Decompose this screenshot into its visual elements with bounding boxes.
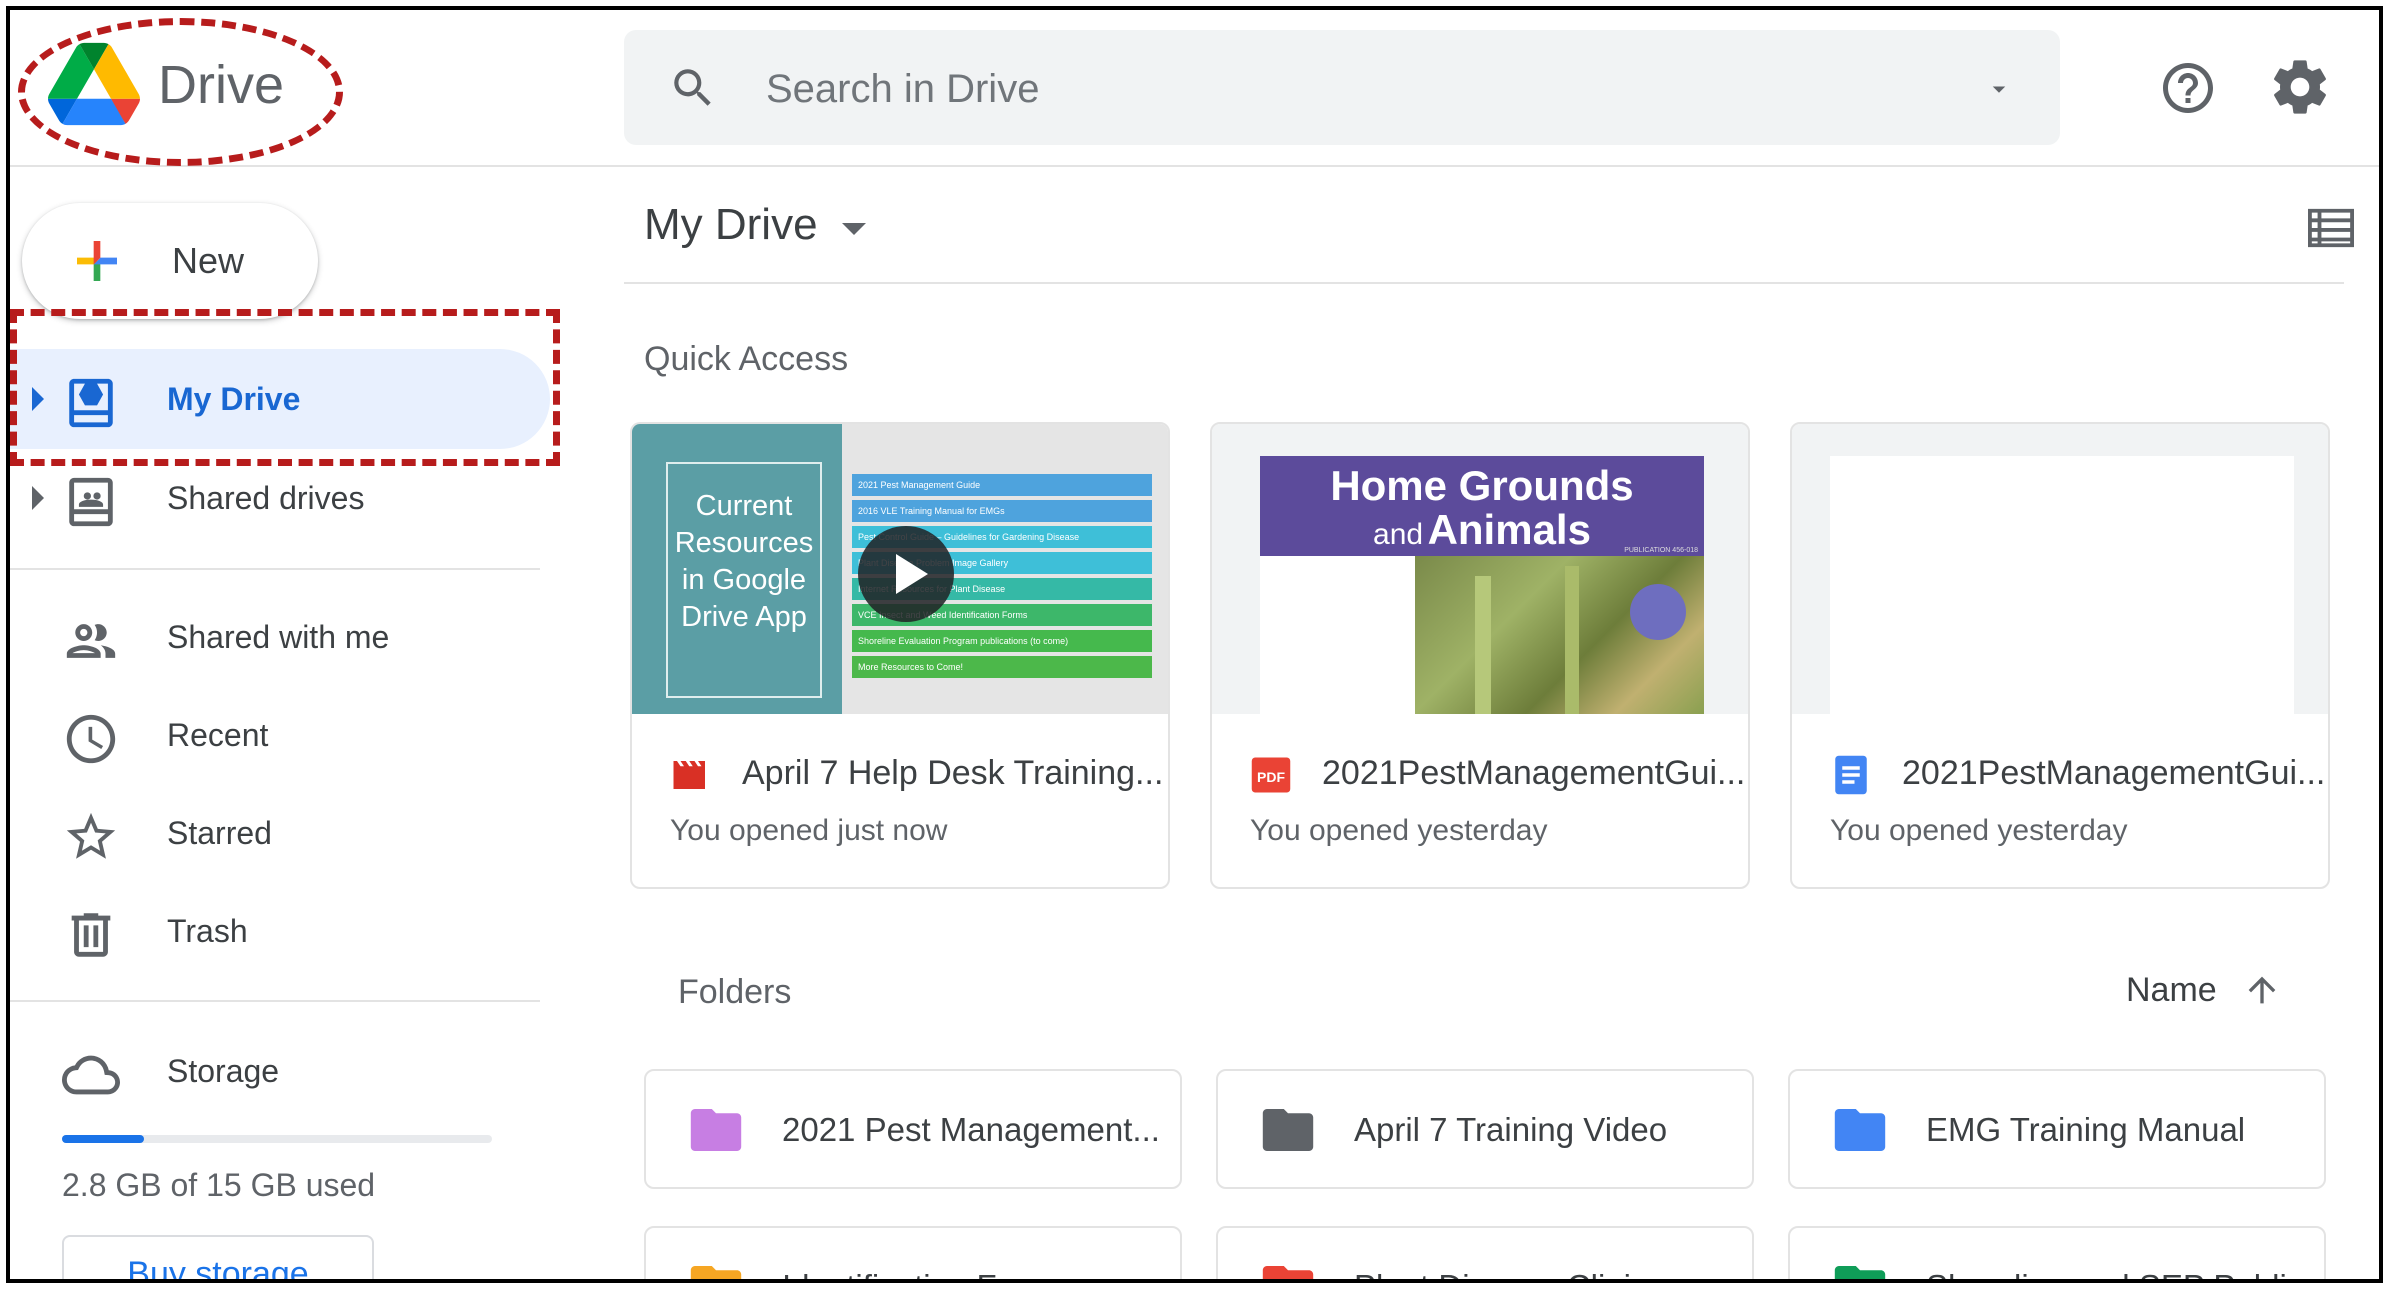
- shared-drives-icon: [69, 477, 113, 527]
- sidebar-item-trash[interactable]: Trash: [10, 881, 550, 981]
- folder-card[interactable]: Shoreline and SEP Publi...: [1788, 1226, 2326, 1279]
- buy-storage-label: Buy storage: [127, 1255, 309, 1283]
- sort-by-name-button[interactable]: Name: [2126, 971, 2217, 1010]
- pdf-cover-caption: PUBLICATION 456-018: [1624, 547, 1698, 554]
- file-thumbnail: Current Resources in Google Drive App 20…: [632, 424, 1168, 714]
- folder-icon: [690, 1109, 742, 1151]
- sidebar-divider: [10, 1000, 540, 1002]
- new-button-label: New: [172, 240, 245, 281]
- pdf-cover-subtitle-small: and: [1373, 518, 1424, 551]
- sidebar-item-label: Shared drives: [167, 480, 365, 516]
- folder-card[interactable]: April 7 Training Video: [1216, 1069, 1754, 1189]
- sidebar-item-label: Starred: [167, 815, 272, 851]
- file-name: April 7 Help Desk Training...: [742, 754, 1164, 792]
- folder-card[interactable]: Plant Disease Clinic: [1216, 1226, 1754, 1279]
- folder-icon: [1834, 1266, 1886, 1279]
- file-thumbnail: [1792, 424, 2328, 714]
- doc-page-preview: [1830, 456, 2294, 714]
- folder-card[interactable]: EMG Training Manual: [1788, 1069, 2326, 1189]
- chevron-down-icon[interactable]: [842, 223, 866, 235]
- folder-name: Shoreline and SEP Publi...: [1926, 1268, 2314, 1279]
- search-bar[interactable]: [624, 30, 2060, 145]
- folder-card[interactable]: Identification Forms: [644, 1226, 1182, 1279]
- folder-icon: [690, 1266, 742, 1279]
- quick-access-card[interactable]: 2021PestManagementGui... You opened yest…: [1790, 422, 2330, 889]
- folder-card[interactable]: 2021 Pest Management...: [644, 1069, 1182, 1189]
- storage-used-text: 2.8 GB of 15 GB used: [62, 1167, 376, 1203]
- folder-name: Identification Forms: [782, 1268, 1070, 1279]
- quick-access-heading: Quick Access: [644, 340, 849, 378]
- pdf-file-icon: PDF: [1251, 757, 1291, 793]
- quick-access-card[interactable]: Home Grounds and Animals PUBLICATION 456…: [1210, 422, 1750, 889]
- star-icon: [66, 812, 116, 859]
- search-options-dropdown-icon[interactable]: [1984, 74, 2014, 104]
- doc-file-icon: [1835, 755, 1867, 795]
- my-drive-highlight-annotation: [10, 309, 560, 466]
- sidebar-item-shared-drives[interactable]: Shared drives: [10, 448, 550, 548]
- clock-icon: [66, 714, 116, 764]
- sidebar-item-label: Storage: [167, 1053, 280, 1089]
- sidebar-divider: [10, 568, 540, 570]
- thumbnail-left-panel: Current Resources in Google Drive App: [632, 424, 842, 714]
- settings-gear-icon[interactable]: [2268, 55, 2332, 119]
- pdf-cover: Home Grounds and Animals PUBLICATION 456…: [1260, 456, 1704, 714]
- folder-name: April 7 Training Video: [1354, 1111, 1668, 1148]
- sort-direction-arrow-up-icon[interactable]: [2242, 970, 2282, 1010]
- thumbnail-list-item: 2021 Pest Management Guide: [852, 474, 1152, 496]
- thumbnail-list-item: 2016 VLE Training Manual for EMGs: [852, 500, 1152, 522]
- top-bar: Drive: [10, 10, 2379, 167]
- file-activity: You opened yesterday: [1830, 814, 2128, 847]
- sidebar-item-shared-with-me[interactable]: Shared with me: [10, 587, 550, 687]
- folder-name: 2021 Pest Management...: [782, 1111, 1160, 1148]
- sidebar-item-label: Recent: [167, 717, 269, 753]
- new-button[interactable]: New: [22, 203, 318, 319]
- folder-icon: [1262, 1109, 1314, 1151]
- folder-icon: [1262, 1266, 1314, 1279]
- pdf-cover-banner: Home Grounds and Animals PUBLICATION 456…: [1260, 456, 1704, 556]
- thumbnail-list-item: Shoreline Evaluation Program publication…: [852, 630, 1152, 652]
- thumbnail-list-item: More Resources to Come!: [852, 656, 1152, 678]
- drive-window: Drive New My Drive Shared drives Shared …: [6, 6, 2383, 1283]
- video-file-icon: [673, 761, 705, 789]
- file-name: 2021PestManagementGui...: [1322, 754, 1746, 792]
- play-icon[interactable]: [856, 524, 956, 624]
- storage-progress-fill: [62, 1135, 144, 1143]
- buy-storage-button[interactable]: Buy storage: [62, 1235, 374, 1283]
- file-activity: You opened yesterday: [1250, 814, 1548, 847]
- people-icon: [66, 624, 116, 658]
- pdf-cover-photo: [1415, 556, 1704, 714]
- folder-name: EMG Training Manual: [1926, 1111, 2246, 1148]
- folders-heading: Folders: [678, 973, 792, 1011]
- cloud-icon: [62, 1055, 120, 1095]
- svg-text:PDF: PDF: [1257, 769, 1285, 785]
- search-icon[interactable]: [668, 63, 718, 113]
- help-icon[interactable]: [2158, 58, 2218, 118]
- search-input[interactable]: [764, 58, 1868, 120]
- thumbnail-title: Current Resources in Google Drive App: [674, 490, 814, 633]
- sidebar-item-label: Trash: [167, 913, 248, 949]
- storage-progress-bar: [62, 1135, 492, 1143]
- title-divider: [624, 282, 2344, 284]
- pdf-cover-subtitle: Animals: [1427, 506, 1591, 553]
- file-thumbnail: Home Grounds and Animals PUBLICATION 456…: [1212, 424, 1748, 714]
- trash-icon: [71, 913, 111, 957]
- file-name: 2021PestManagementGui...: [1902, 754, 2326, 792]
- plus-icon: [77, 241, 117, 281]
- sidebar-item-label: Shared with me: [167, 619, 390, 655]
- file-activity: You opened just now: [670, 814, 948, 847]
- sidebar-item-recent[interactable]: Recent: [10, 685, 550, 785]
- quick-access-card[interactable]: Current Resources in Google Drive App 20…: [630, 422, 1170, 889]
- logo-highlight-annotation: [18, 18, 343, 166]
- pdf-cover-title: Home Grounds: [1330, 462, 1634, 509]
- expand-caret-icon[interactable]: [32, 486, 44, 510]
- sidebar-item-starred[interactable]: Starred: [10, 783, 550, 883]
- folder-name: Plant Disease Clinic: [1354, 1268, 1647, 1279]
- folder-icon: [1834, 1109, 1886, 1151]
- sidebar-item-storage[interactable]: Storage: [10, 1021, 550, 1121]
- list-view-icon[interactable]: [2308, 208, 2354, 248]
- page-title[interactable]: My Drive: [644, 200, 818, 250]
